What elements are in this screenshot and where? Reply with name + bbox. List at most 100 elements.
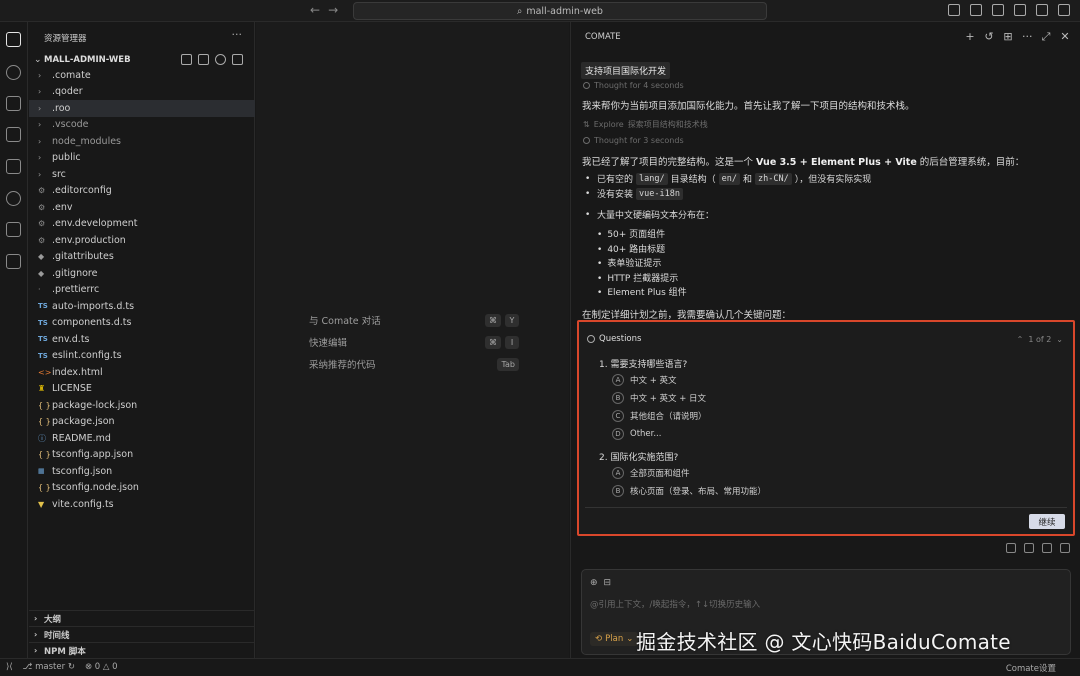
- sidebar-section[interactable]: › 时间线: [29, 626, 255, 642]
- project-header[interactable]: ⌄ MALL-ADMIN-WEB: [29, 52, 255, 68]
- file-tree-item[interactable]: ⚙ .env.production: [29, 232, 255, 249]
- file-tree-item[interactable]: <> index.html: [29, 364, 255, 381]
- license-icon: ♜: [38, 384, 46, 394]
- mode-select[interactable]: ⟲ Plan ⌄: [590, 632, 639, 646]
- file-tree-item[interactable]: { } tsconfig.app.json: [29, 447, 255, 464]
- sub-bullet: 40+ 路由标题: [597, 242, 665, 255]
- source-control-icon[interactable]: [6, 96, 21, 111]
- file-tree-item[interactable]: ⚙ .env.development: [29, 216, 255, 233]
- file-tree-item[interactable]: › .comate: [29, 67, 255, 84]
- translate-icon[interactable]: [1036, 4, 1048, 16]
- sub-bullet: Element Plus 组件: [597, 285, 686, 298]
- question-option[interactable]: A 中文 + 英文: [612, 374, 677, 386]
- file-tree-item[interactable]: › src: [29, 166, 255, 183]
- file-tree-item[interactable]: › node_modules: [29, 133, 255, 150]
- forward-arrow-icon[interactable]: →: [328, 3, 338, 17]
- file-tree-item[interactable]: › .qoder: [29, 84, 255, 101]
- keycap: I: [505, 335, 519, 349]
- file-tree-item[interactable]: TS eslint.config.ts: [29, 348, 255, 365]
- toggle-panel-icon[interactable]: [992, 4, 1004, 16]
- file-name: README.md: [52, 432, 111, 444]
- file-tree-item[interactable]: ◆ .gitattributes: [29, 249, 255, 266]
- thought-row-2[interactable]: Thought for 3 seconds: [583, 136, 684, 145]
- hint-keys: ⌘ Y: [485, 313, 519, 327]
- run-debug-icon[interactable]: [6, 127, 21, 142]
- question-option[interactable]: D Other...: [612, 428, 661, 440]
- b2-prefix: 没有安装: [597, 190, 634, 200]
- info-icon: ⓘ: [38, 433, 46, 443]
- file-tree-item[interactable]: ◆ .gitignore: [29, 265, 255, 282]
- file-tree-item[interactable]: { } package-lock.json: [29, 397, 255, 414]
- command-center-search[interactable]: ⌕ mall-admin-web: [353, 2, 767, 20]
- copy-icon[interactable]: [1006, 543, 1016, 553]
- thumbs-down-icon[interactable]: [1060, 543, 1070, 553]
- file-tree-item[interactable]: ⚙ .env: [29, 199, 255, 216]
- file-tree-item[interactable]: · .prettierrc: [29, 282, 255, 299]
- file-tree-item[interactable]: ⓘ README.md: [29, 430, 255, 447]
- new-folder-icon[interactable]: [198, 54, 209, 65]
- accounts-icon[interactable]: [1058, 4, 1070, 16]
- shortcut-hint: 采纳推荐的代码 Tab: [309, 356, 519, 372]
- maximize-icon[interactable]: ⤢: [1041, 30, 1051, 44]
- tasks-icon[interactable]: [6, 222, 21, 237]
- input-tools: ⊕ ⊟: [590, 578, 611, 588]
- remote-status-icon[interactable]: ⟩⟨: [6, 662, 13, 672]
- question-option[interactable]: B 核心页面（登录、布局、常用功能）: [612, 485, 766, 497]
- status-bar: ⟩⟨ ⎇ master ↻ ⊗ 0 △ 0 Comate设置: [0, 658, 1080, 676]
- file-tree-item[interactable]: › public: [29, 150, 255, 167]
- file-name: .prettierrc: [52, 284, 100, 296]
- file-tree-item[interactable]: TS env.d.ts: [29, 331, 255, 348]
- file-tree-item[interactable]: › .roo: [29, 100, 255, 117]
- add-context-icon[interactable]: ⊕: [590, 578, 598, 588]
- chevron-down-icon[interactable]: ⌄: [1056, 335, 1063, 344]
- remote-icon[interactable]: [6, 254, 21, 269]
- file-tree-item[interactable]: ♜ LICENSE: [29, 381, 255, 398]
- collapse-all-icon[interactable]: [232, 54, 243, 65]
- file-tree-item[interactable]: ▦ tsconfig.json: [29, 463, 255, 480]
- file-tree-item[interactable]: ▼ vite.config.ts: [29, 496, 255, 513]
- customize-layout-icon[interactable]: [948, 4, 960, 16]
- file-tree-item[interactable]: ⚙ .editorconfig: [29, 183, 255, 200]
- tsconfig-icon: ▦: [38, 467, 45, 476]
- question-pager[interactable]: ⌃ 1 of 2 ⌄: [1017, 335, 1063, 344]
- grid-icon[interactable]: ⊞: [1003, 30, 1013, 44]
- explore-desc: 探索项目结构和技术栈: [627, 120, 708, 129]
- retry-icon[interactable]: [1024, 543, 1034, 553]
- new-chat-icon[interactable]: +: [965, 30, 975, 44]
- back-arrow-icon[interactable]: ←: [310, 3, 320, 17]
- file-tree-item[interactable]: { } package.json: [29, 414, 255, 431]
- toggle-secondary-sidebar-icon[interactable]: [1014, 4, 1026, 16]
- question-option[interactable]: C 其他组合（请说明）: [612, 410, 707, 422]
- branch-item[interactable]: ⎇ master ↻: [23, 662, 75, 672]
- browser-icon[interactable]: [6, 191, 21, 206]
- more-actions-icon[interactable]: ···: [232, 28, 243, 41]
- toggle-sidebar-icon[interactable]: [970, 4, 982, 16]
- refresh-icon[interactable]: [215, 54, 226, 65]
- file-icon[interactable]: ⊟: [604, 578, 612, 588]
- continue-button[interactable]: 继续: [1029, 514, 1065, 529]
- file-name: tsconfig.node.json: [52, 482, 139, 494]
- file-tree-item[interactable]: › .vscode: [29, 117, 255, 134]
- thumbs-up-icon[interactable]: [1042, 543, 1052, 553]
- new-file-icon[interactable]: [181, 54, 192, 65]
- file-tree-item[interactable]: TS auto-imports.d.ts: [29, 298, 255, 315]
- typescript-icon: TS: [38, 335, 48, 344]
- file-tree-item[interactable]: TS components.d.ts: [29, 315, 255, 332]
- problems-item[interactable]: ⊗ 0 △ 0: [85, 662, 118, 672]
- chat-input-placeholder[interactable]: @引用上下文，/唤起指令，↑↓切换历史输入: [590, 598, 760, 610]
- comate-settings[interactable]: Comate设置: [1006, 662, 1056, 674]
- chevron-up-icon[interactable]: ⌃: [1017, 335, 1024, 344]
- explore-row[interactable]: ⇅ Explore 探索项目结构和技术栈: [583, 119, 708, 130]
- history-icon[interactable]: ↺: [984, 30, 994, 44]
- sidebar-section[interactable]: › NPM 脚本: [29, 642, 255, 658]
- sidebar-section[interactable]: › 大纲: [29, 610, 255, 626]
- explorer-icon[interactable]: [6, 32, 21, 47]
- file-tree-item[interactable]: { } tsconfig.node.json: [29, 480, 255, 497]
- question-option[interactable]: B 中文 + 英文 + 日文: [612, 392, 706, 404]
- extensions-icon[interactable]: [6, 159, 21, 174]
- more-icon[interactable]: ···: [1022, 30, 1033, 44]
- thought-row-1[interactable]: Thought for 4 seconds: [583, 81, 684, 90]
- search-view-icon[interactable]: [6, 65, 21, 80]
- close-icon[interactable]: ✕: [1060, 30, 1070, 44]
- question-option[interactable]: A 全部页面和组件: [612, 467, 690, 479]
